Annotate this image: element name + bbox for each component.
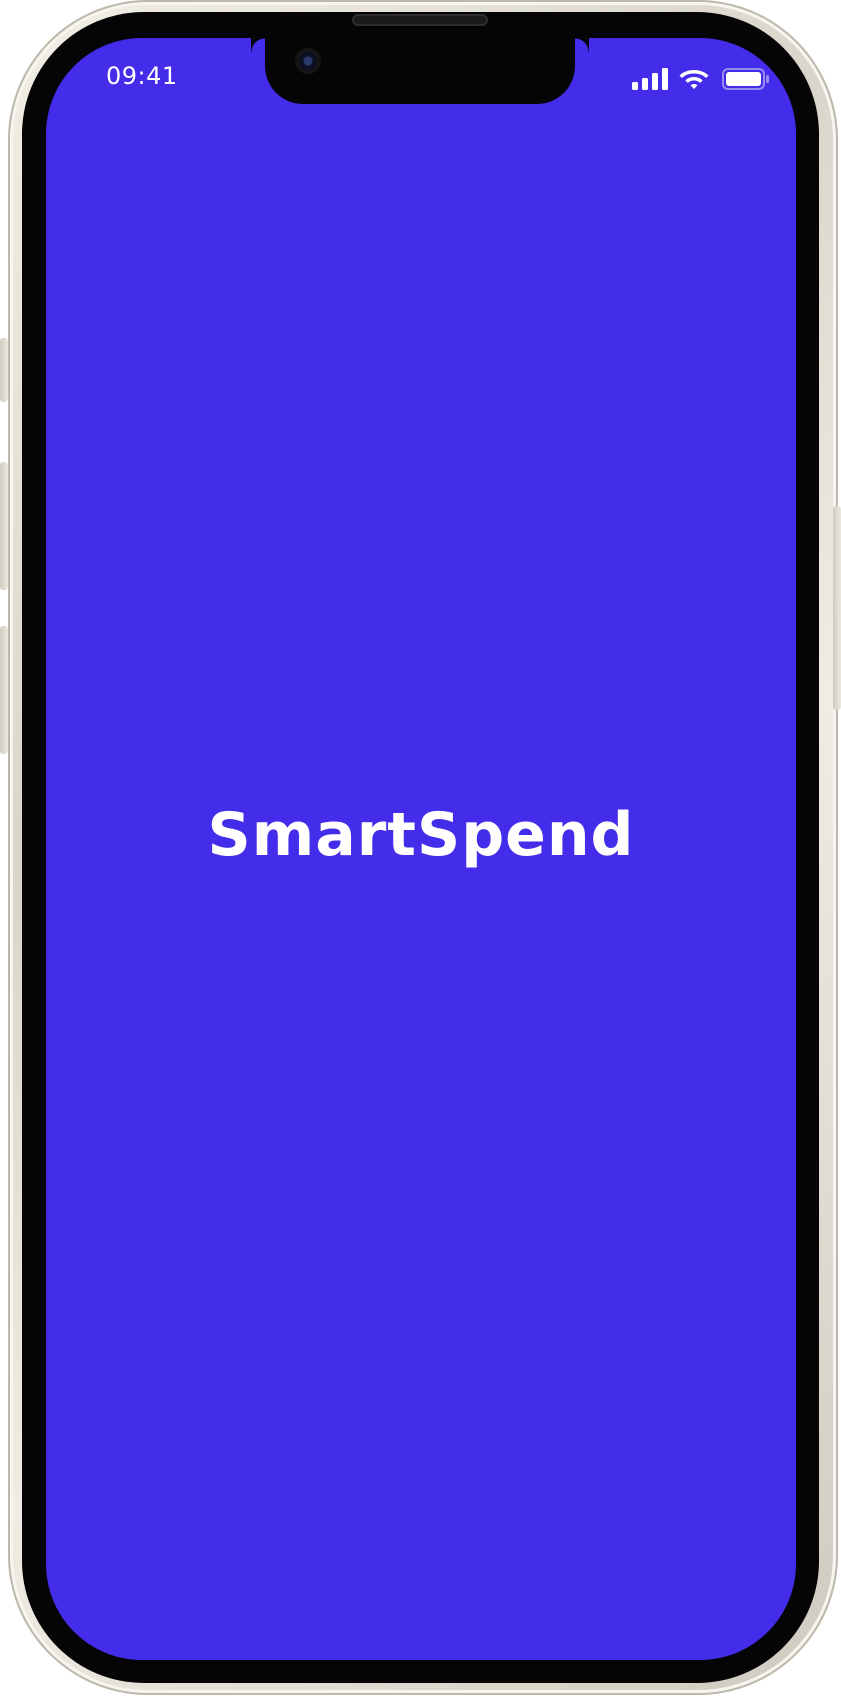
action-button — [0, 338, 8, 402]
power-button — [833, 506, 841, 710]
wifi-icon — [679, 70, 709, 89]
cellular-signal-icon — [632, 68, 668, 90]
volume-down-button — [0, 626, 8, 754]
status-icons — [632, 66, 772, 92]
speaker-grille — [352, 14, 488, 26]
status-time: 09:41 — [106, 62, 178, 90]
front-camera — [295, 48, 321, 74]
battery-icon — [722, 68, 769, 90]
app-name-logo: SmartSpend — [207, 800, 635, 870]
volume-up-button — [0, 462, 8, 590]
